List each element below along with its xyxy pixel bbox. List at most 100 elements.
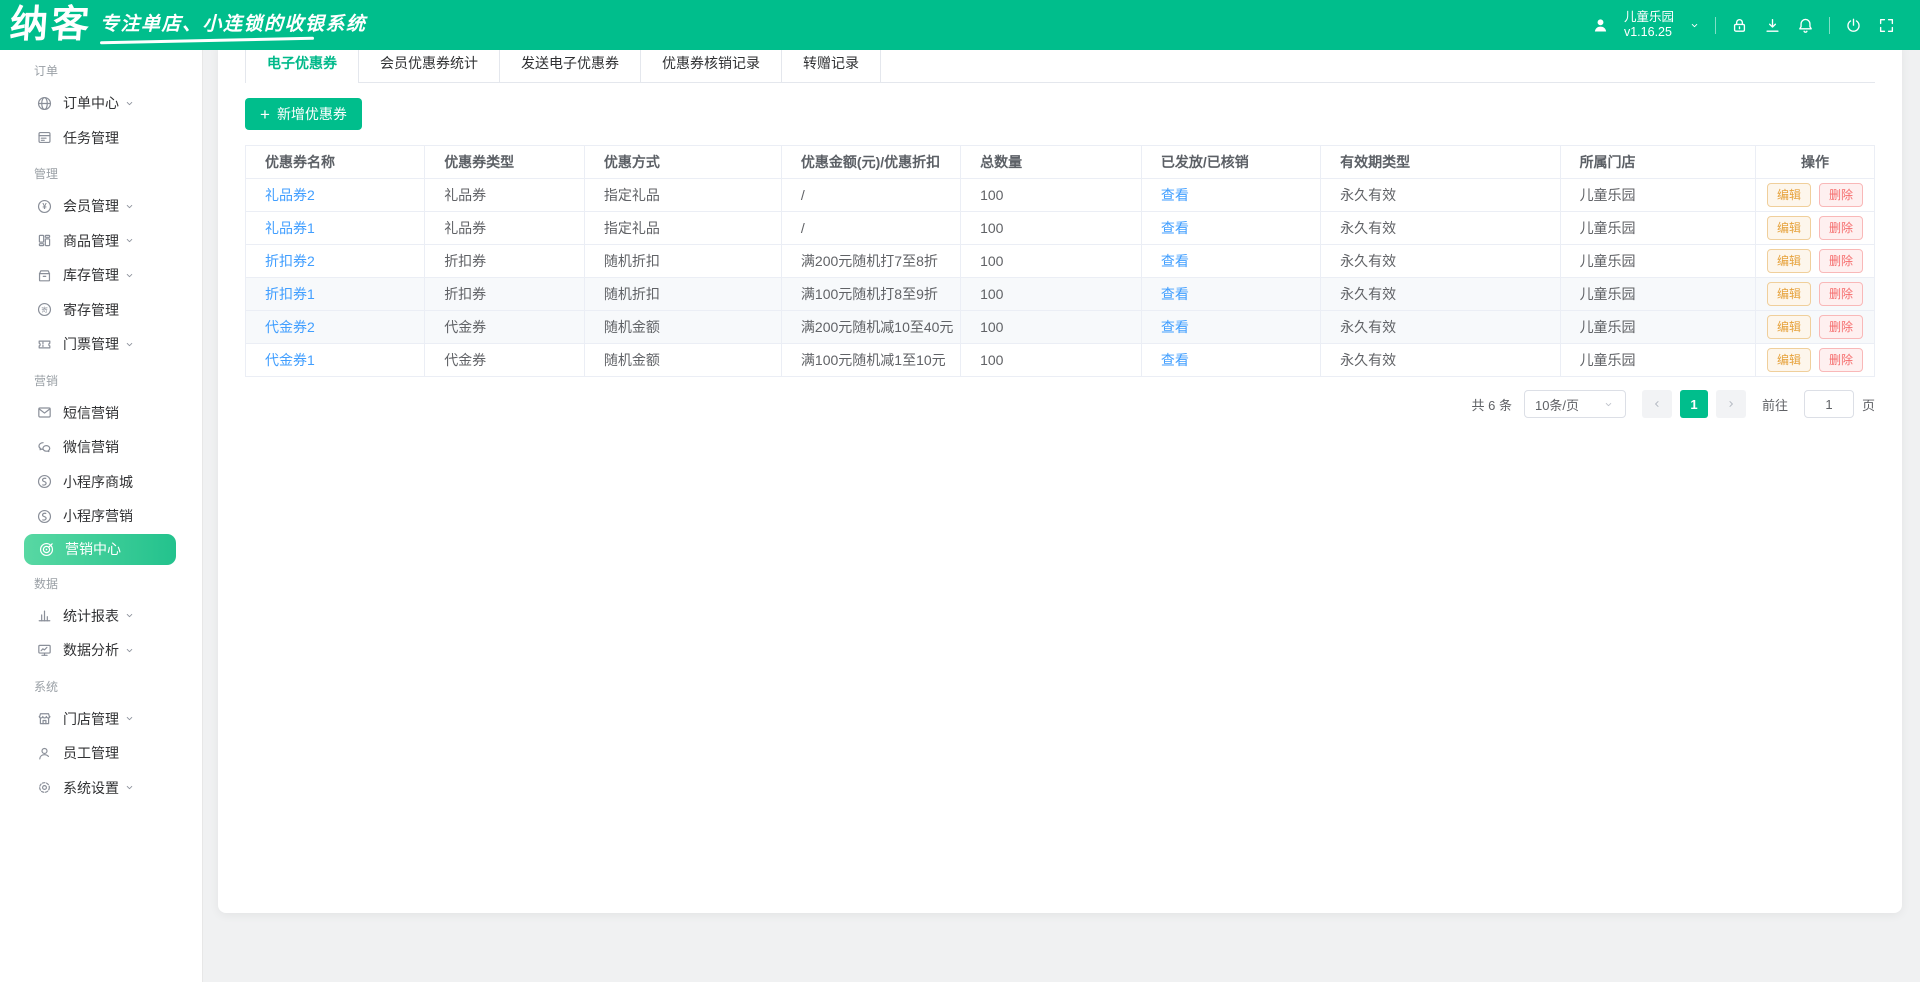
goto-page-input[interactable] (1803, 390, 1854, 418)
sidebar-item[interactable]: 短信营销 (0, 396, 202, 431)
delete-button[interactable]: 删除 (1819, 282, 1864, 306)
sidebar-item[interactable]: ¥ 会员管理 (0, 189, 202, 224)
actions-cell: 编辑 删除 (1755, 343, 1875, 377)
page-number-button[interactable]: 1 (1679, 390, 1708, 418)
sidebar-item[interactable]: 商品管理 (0, 224, 202, 259)
inventory-icon (36, 267, 53, 284)
coupon-name-link[interactable]: 礼品券2 (265, 187, 315, 203)
view-issued-link[interactable]: 查看 (1161, 286, 1189, 302)
coupon-name-link[interactable]: 礼品券1 (265, 220, 315, 236)
sidebar-item[interactable]: 寄 寄存管理 (0, 293, 202, 328)
chevron-down-icon (123, 97, 136, 110)
chevron-down-icon (123, 712, 136, 725)
delete-button[interactable]: 删除 (1819, 315, 1864, 339)
sidebar-item[interactable]: 任务管理 (0, 121, 202, 156)
coupon-amount-cell: / (780, 178, 962, 212)
edit-button[interactable]: 编辑 (1767, 315, 1812, 339)
sidebar-section-label: 管理 (34, 167, 59, 181)
sidebar-item-label: 门票管理 (63, 336, 119, 353)
barchart-icon (36, 607, 53, 624)
store-cell: 儿童乐园 (1559, 277, 1757, 311)
store-cell: 儿童乐园 (1559, 178, 1757, 212)
download-icon[interactable] (1763, 16, 1782, 35)
lock-icon[interactable] (1730, 16, 1749, 35)
sidebar-item[interactable]: 门店管理 (0, 702, 202, 737)
add-coupon-button[interactable]: + 新增优惠券 (245, 98, 362, 130)
sidebar-item-label: 员工管理 (63, 745, 119, 762)
sidebar-item[interactable]: 员工管理 (0, 736, 202, 771)
coupon-method-cell: 随机折扣 (583, 277, 782, 311)
view-issued-link[interactable]: 查看 (1161, 352, 1189, 368)
delete-button[interactable]: 删除 (1819, 348, 1864, 372)
table-body: 礼品券2 礼品券 指定礼品/100 查看 永久有效 儿童乐园 编辑 删除 礼品券1 礼品券 指定礼品… (244, 178, 1875, 377)
sidebar-item[interactable]: 订单中心 (0, 86, 202, 121)
target-icon (38, 541, 55, 558)
actions-cell: 编辑 删除 (1755, 178, 1875, 212)
chevron-down-icon (123, 269, 136, 282)
coupon-total-cell: 100 (960, 178, 1142, 212)
fullscreen-icon[interactable] (1877, 16, 1896, 35)
chevron-down-icon[interactable] (1688, 19, 1701, 32)
sidebar-item[interactable]: 统计报表 (0, 599, 202, 634)
sidebar-item-label: 小程序营销 (63, 508, 133, 525)
coupon-name-cell: 代金券2 (244, 310, 426, 344)
row-actions: 编辑 删除 (1764, 216, 1866, 240)
header-divider (1715, 16, 1716, 34)
wechat-icon (36, 439, 53, 456)
coupon-amount-cell: 满200元随机减10至40元 (780, 310, 962, 344)
coupon-amount-cell: / (780, 211, 962, 245)
store-cell: 儿童乐园 (1559, 211, 1757, 245)
coupon-method-cell: 随机折扣 (583, 244, 782, 278)
edit-button[interactable]: 编辑 (1767, 216, 1812, 240)
edit-button[interactable]: 编辑 (1767, 348, 1812, 372)
sidebar-item[interactable]: 系统设置 (0, 771, 202, 806)
sidebar-item[interactable]: 门票管理 (0, 327, 202, 362)
sidebar-item[interactable]: 小程序营销 (0, 499, 202, 534)
coupon-name-link[interactable]: 代金券1 (265, 352, 315, 368)
sidebar-item[interactable]: 数据分析 (0, 633, 202, 668)
coupon-name-link[interactable]: 代金券2 (265, 319, 315, 335)
sidebar: 订单 订单中心 任务管理 管理 ¥ 会员管理 商品管理 库存管理寄 寄存管理 门票管理 营销 短信营销… (0, 50, 203, 982)
edit-button[interactable]: 编辑 (1767, 282, 1812, 306)
next-page-button[interactable] (1715, 390, 1746, 418)
user-account[interactable]: 儿童乐园 v1.16.25 (1624, 10, 1674, 40)
delete-button[interactable]: 删除 (1819, 216, 1864, 240)
coupon-amount-cell: 满100元随机打8至9折 (780, 277, 962, 311)
goto-label: 前往 (1761, 397, 1788, 413)
header-actions: 儿童乐园 v1.16.25 (1591, 10, 1896, 40)
column-header: 已发放/已核销 (1140, 145, 1322, 179)
chevron-down-icon (123, 781, 136, 794)
view-issued-link[interactable]: 查看 (1161, 319, 1189, 335)
prev-page-button[interactable] (1641, 390, 1672, 418)
logo-text: 纳客 (8, 4, 94, 46)
edit-button[interactable]: 编辑 (1767, 183, 1812, 207)
table-header-row: 优惠券名称 优惠券类型 优惠方式 优惠金额(元)/优惠折扣 总数量 已发放/已核销 有效期类… (244, 145, 1875, 179)
sidebar-item[interactable]: 营销中心 (24, 533, 176, 565)
coupon-type-cell: 代金券 (424, 310, 585, 344)
coupon-name-cell: 折扣券1 (244, 277, 426, 311)
coupon-name-link[interactable]: 折扣券1 (265, 286, 315, 302)
validity-cell: 永久有效 (1320, 211, 1561, 245)
view-issued-link[interactable]: 查看 (1161, 220, 1189, 236)
delete-button[interactable]: 删除 (1819, 183, 1864, 207)
globe-icon (36, 95, 53, 112)
chevron-down-icon (123, 338, 136, 351)
chevron-down-icon (123, 609, 136, 622)
view-issued-link[interactable]: 查看 (1161, 253, 1189, 269)
delete-button[interactable]: 删除 (1819, 249, 1864, 273)
sidebar-item-label: 门店管理 (63, 710, 119, 727)
user-icon (1591, 16, 1610, 35)
coupon-name-link[interactable]: 折扣券2 (265, 253, 315, 269)
view-issued-link[interactable]: 查看 (1161, 187, 1189, 203)
row-actions: 编辑 删除 (1764, 315, 1866, 339)
bell-icon[interactable] (1796, 16, 1815, 35)
sidebar-item[interactable]: 微信营销 (0, 430, 202, 465)
sidebar-item[interactable]: 小程序商城 (0, 465, 202, 500)
page-size-select[interactable]: 10条/页 (1523, 390, 1626, 418)
coupon-name-cell: 礼品券1 (244, 211, 426, 245)
sidebar-item[interactable]: 库存管理 (0, 258, 202, 293)
power-icon[interactable] (1844, 16, 1863, 35)
store-cell: 儿童乐园 (1559, 310, 1757, 344)
edit-button[interactable]: 编辑 (1767, 249, 1812, 273)
member-icon: ¥ (36, 198, 53, 215)
